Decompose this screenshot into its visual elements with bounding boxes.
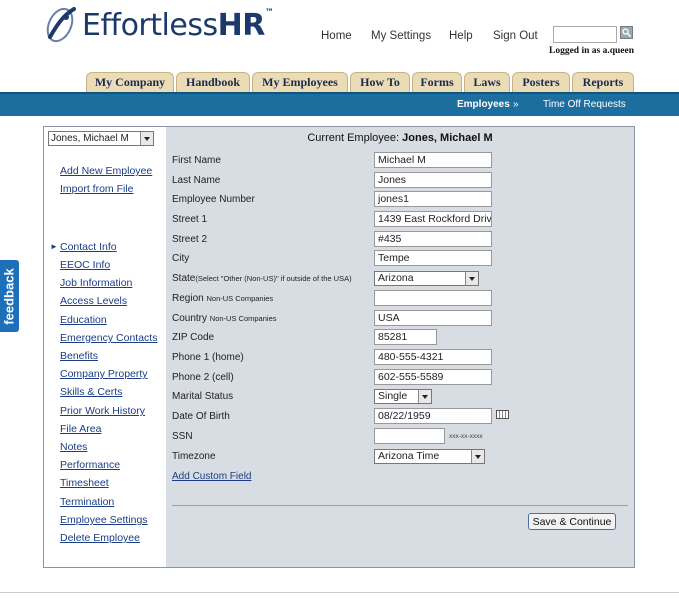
street2-label: Street 2	[172, 234, 208, 245]
sidebar-item-delete-employee[interactable]: Delete Employee	[60, 532, 140, 544]
brand-name: EffortlessHR™	[82, 7, 274, 43]
chevron-down-icon	[418, 390, 431, 403]
nav-help-link[interactable]: Help	[449, 30, 473, 42]
street1-field[interactable]: 1439 East Rockford Drive	[374, 211, 492, 227]
sub-navigation-bar: Employees » Time Off Requests	[0, 92, 679, 116]
ssn-label: SSN	[172, 431, 193, 442]
first-name-label: First Name	[172, 155, 221, 166]
timezone-select[interactable]: Arizona Time	[374, 449, 485, 464]
dob-label: Date Of Birth	[172, 411, 230, 422]
street2-field[interactable]: #435	[374, 231, 492, 247]
save-continue-button[interactable]: Save & Continue	[528, 513, 616, 530]
phone1-field[interactable]: 480-555-4321	[374, 349, 492, 365]
state-label: State(Select "Other (Non-US)" if outside…	[172, 273, 352, 284]
tab-laws[interactable]: Laws	[464, 72, 510, 92]
main-tabs: My Company Handbook My Employees How To …	[86, 72, 636, 92]
city-field[interactable]: Tempe	[374, 250, 492, 266]
feedback-label: feedback	[2, 267, 17, 325]
ssn-format-hint: xxx-xx-xxxx	[449, 433, 483, 440]
contact-info-form: Current Employee: Jones, Michael M First…	[166, 127, 634, 567]
active-section-arrow-icon: ►	[50, 242, 58, 251]
search-icon	[622, 28, 631, 37]
phone1-label: Phone 1 (home)	[172, 352, 244, 363]
timezone-label: Timezone	[172, 451, 216, 462]
dob-field[interactable]: 08/22/1959	[374, 408, 492, 424]
tab-reports[interactable]: Reports	[572, 72, 634, 92]
marital-status-label: Marital Status	[172, 391, 234, 402]
ssn-field[interactable]	[374, 428, 445, 444]
calendar-icon[interactable]	[496, 410, 509, 419]
employee-select-value: Jones, Michael M	[51, 133, 129, 144]
employee-sidebar: Jones, Michael M Add New Employee Import…	[44, 127, 165, 567]
marital-status-value: Single	[378, 390, 408, 402]
state-select-value: Arizona	[378, 272, 414, 284]
tab-posters[interactable]: Posters	[512, 72, 570, 92]
street1-label: Street 1	[172, 214, 208, 225]
tab-handbook[interactable]: Handbook	[176, 72, 250, 92]
sidebar-item-performance[interactable]: Performance	[60, 459, 120, 471]
country-label: Country Non-US Companies	[172, 313, 277, 324]
brand-logo[interactable]: EffortlessHR™	[40, 2, 274, 48]
tab-my-company[interactable]: My Company	[86, 72, 174, 92]
employee-number-label: Employee Number	[172, 194, 255, 205]
sidebar-item-contact-info[interactable]: Contact Info	[60, 241, 117, 253]
zip-field[interactable]: 85281	[374, 329, 437, 345]
current-employee-heading: Current Employee: Jones, Michael M	[307, 132, 493, 144]
first-name-field[interactable]: Michael M	[374, 152, 492, 168]
employee-panel: Jones, Michael M Add New Employee Import…	[43, 126, 635, 568]
search-button[interactable]	[620, 26, 633, 39]
city-label: City	[172, 253, 190, 264]
sidebar-item-termination[interactable]: Termination	[60, 496, 114, 508]
sidebar-item-emergency-contacts[interactable]: Emergency Contacts	[60, 332, 157, 344]
tab-my-employees[interactable]: My Employees	[252, 72, 348, 92]
sidebar-item-skills-certs[interactable]: Skills & Certs	[60, 386, 122, 398]
phone2-label: Phone 2 (cell)	[172, 372, 234, 383]
feedback-tab[interactable]: feedback	[0, 260, 19, 332]
sidebar-item-timesheet[interactable]: Timesheet	[60, 477, 109, 489]
sidebar-item-job-information[interactable]: Job Information	[60, 277, 132, 289]
tab-forms[interactable]: Forms	[412, 72, 462, 92]
tab-how-to[interactable]: How To	[350, 72, 410, 92]
chevron-down-icon	[140, 132, 153, 145]
search-input[interactable]	[553, 26, 617, 43]
sidebar-item-file-area[interactable]: File Area	[60, 423, 101, 435]
sidebar-item-employee-settings[interactable]: Employee Settings	[60, 514, 148, 526]
sidebar-item-company-property[interactable]: Company Property	[60, 368, 148, 380]
sidebar-item-benefits[interactable]: Benefits	[60, 350, 98, 362]
subnav-time-off-link[interactable]: Time Off Requests	[543, 99, 626, 110]
last-name-label: Last Name	[172, 175, 221, 186]
nav-settings-link[interactable]: My Settings	[371, 30, 431, 42]
employee-select[interactable]: Jones, Michael M	[48, 131, 154, 146]
timezone-value: Arizona Time	[378, 450, 440, 462]
sidebar-item-notes[interactable]: Notes	[60, 441, 87, 453]
region-label: Region Non-US Companies	[172, 293, 274, 304]
subnav-employees-link[interactable]: Employees	[457, 99, 510, 110]
last-name-field[interactable]: Jones	[374, 172, 492, 188]
employee-number-field[interactable]: jones1	[374, 191, 492, 207]
add-new-employee-link[interactable]: Add New Employee	[60, 165, 152, 177]
sidebar-item-eeoc-info[interactable]: EEOC Info	[60, 259, 110, 271]
sidebar-item-prior-work-history[interactable]: Prior Work History	[60, 405, 145, 417]
zip-label: ZIP Code	[172, 332, 215, 343]
brand-swirl-icon	[46, 7, 76, 43]
chevron-down-icon	[471, 450, 484, 463]
sidebar-item-education[interactable]: Education	[60, 314, 107, 326]
logged-in-status: Logged in as a.queen	[549, 46, 634, 56]
add-custom-field-link[interactable]: Add Custom Field	[172, 471, 251, 482]
phone2-field[interactable]: 602-555-5589	[374, 369, 492, 385]
nav-signout-link[interactable]: Sign Out	[493, 30, 538, 42]
marital-status-select[interactable]: Single	[374, 389, 432, 404]
state-select[interactable]: Arizona	[374, 271, 479, 286]
subnav-separator: »	[513, 99, 519, 110]
form-divider	[172, 505, 628, 506]
import-from-file-link[interactable]: Import from File	[60, 183, 134, 195]
page-bottom-divider	[0, 592, 679, 593]
region-field[interactable]	[374, 290, 492, 306]
nav-home-link[interactable]: Home	[321, 30, 352, 42]
chevron-down-icon	[465, 272, 478, 285]
country-field[interactable]: USA	[374, 310, 492, 326]
sidebar-item-access-levels[interactable]: Access Levels	[60, 295, 127, 307]
